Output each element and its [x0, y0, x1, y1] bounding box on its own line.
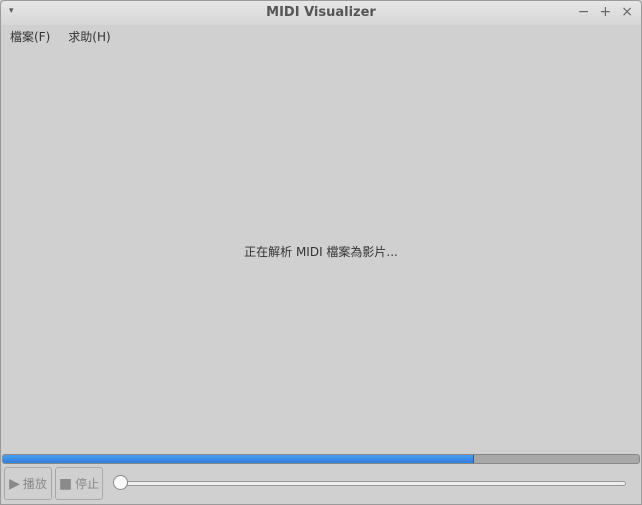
- progress-fill: [3, 455, 474, 463]
- window-title: MIDI Visualizer: [266, 5, 376, 20]
- stop-label: 停止: [75, 477, 100, 491]
- seek-slider-handle[interactable]: [113, 475, 128, 490]
- play-button[interactable]: ▶ 播放: [4, 467, 52, 500]
- play-label: 播放: [22, 477, 47, 491]
- maximize-icon[interactable]: +: [600, 4, 612, 20]
- menu-help[interactable]: 求助(H): [68, 28, 110, 45]
- progress-bar: [2, 454, 640, 464]
- menu-bar: 檔案(F) 求助(H): [1, 25, 641, 47]
- status-text: 正在解析 MIDI 檔案為影片...: [244, 245, 398, 259]
- stop-icon: ■: [58, 475, 73, 492]
- minimize-icon[interactable]: −: [578, 4, 590, 20]
- stop-button[interactable]: ■ 停止: [55, 467, 103, 500]
- menu-file[interactable]: 檔案(F): [10, 28, 50, 45]
- close-icon[interactable]: ×: [621, 4, 633, 20]
- seek-slider[interactable]: [114, 481, 626, 486]
- title-bar[interactable]: ▾ MIDI Visualizer − + ×: [1, 1, 641, 25]
- play-icon: ▶: [9, 475, 20, 492]
